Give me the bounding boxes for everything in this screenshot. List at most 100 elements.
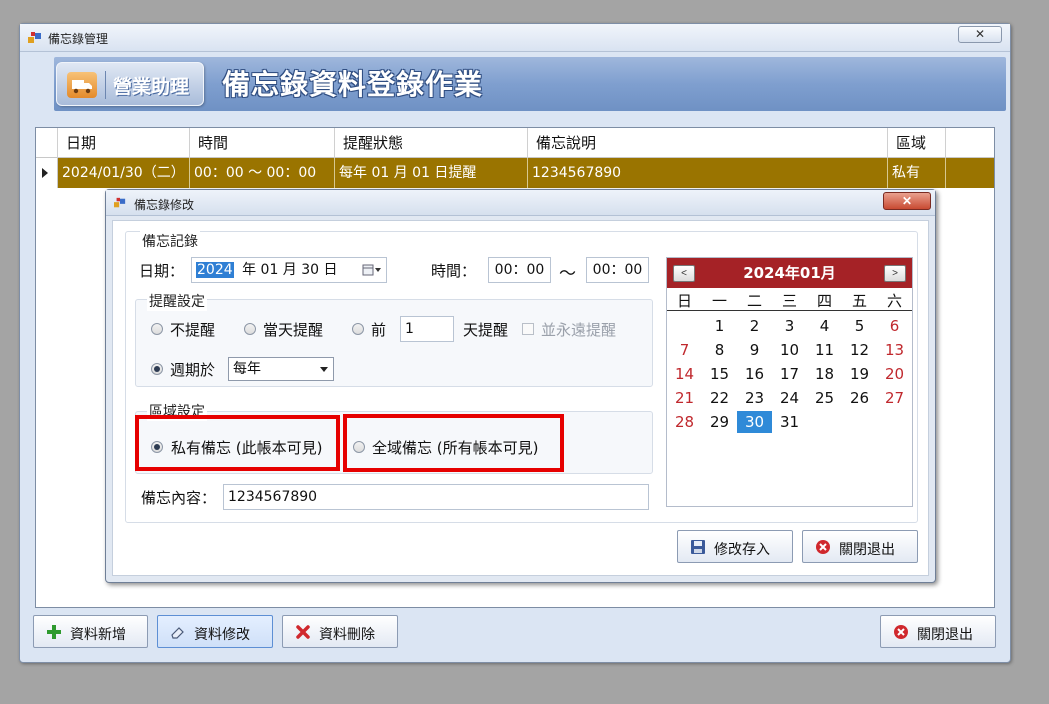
add-record-button[interactable]: 資料新增 <box>33 615 148 648</box>
calendar-day[interactable]: 21 <box>667 387 702 409</box>
calendar-weekdays: 日一二三四五六 <box>667 291 912 311</box>
time-label: 時間： <box>431 262 477 280</box>
calendar-day[interactable]: 8 <box>702 339 737 361</box>
calendar-day[interactable]: 11 <box>807 339 842 361</box>
calendar-day[interactable]: 17 <box>772 363 807 385</box>
calendar-day[interactable]: 1 <box>702 315 737 337</box>
row-selector[interactable] <box>36 158 58 188</box>
memo-record-group-label: 備忘記錄 <box>140 231 200 251</box>
logo: 營業助理 <box>56 62 204 106</box>
calendar-day[interactable]: 4 <box>807 315 842 337</box>
weekday-header: 日 <box>676 292 692 310</box>
column-header-date[interactable]: 日期 <box>58 128 190 158</box>
calendar-day[interactable]: 15 <box>702 363 737 385</box>
column-header-time[interactable]: 時間 <box>190 128 335 158</box>
floppy-disk-icon <box>691 540 705 554</box>
calendar-day[interactable]: 2 <box>737 315 772 337</box>
column-header-area[interactable]: 區域 <box>888 128 946 158</box>
main-window-title: 備忘錄管理 <box>48 32 109 46</box>
calendar-day[interactable]: 13 <box>877 339 912 361</box>
reminder-before-radio[interactable] <box>352 323 364 335</box>
calendar-prev-button[interactable]: < <box>673 265 695 282</box>
area-private-radio[interactable] <box>151 441 163 453</box>
dialog-close-button[interactable]: ✕ <box>883 192 931 210</box>
edit-memo-dialog: 備忘錄修改 ✕ 備忘記錄 日期： 2024 年 01 月 30 日 時間： 00… <box>105 189 936 583</box>
delete-x-icon <box>296 625 310 639</box>
dialog-exit-button[interactable]: 關閉退出 <box>802 530 918 563</box>
calendar-day[interactable]: 23 <box>737 387 772 409</box>
plus-icon <box>47 625 61 639</box>
main-title-bar: 備忘錄管理 ✕ <box>20 24 1010 52</box>
area-global-radio[interactable] <box>353 441 365 453</box>
calendar-header: 2024年01月 < > <box>667 258 912 288</box>
cell-note: 1234567890 <box>528 158 888 188</box>
reminder-cycle-label[interactable]: 週期於 <box>170 359 215 380</box>
calendar-day[interactable]: 24 <box>772 387 807 409</box>
add-record-label: 資料新增 <box>70 627 126 643</box>
reminder-none-radio[interactable] <box>151 323 163 335</box>
cycle-select[interactable]: 每年 <box>228 357 334 381</box>
calendar-day[interactable]: 12 <box>842 339 877 361</box>
calendar-day[interactable]: 28 <box>667 411 702 433</box>
exit-label: 關閉退出 <box>917 627 973 643</box>
calendar-day[interactable]: 30 <box>737 411 772 433</box>
logo-text: 營業助理 <box>113 76 190 98</box>
weekday-header: 二 <box>746 292 762 310</box>
calendar-day[interactable]: 7 <box>667 339 702 361</box>
save-changes-button[interactable]: 修改存入 <box>677 530 793 563</box>
delete-record-label: 資料刪除 <box>319 627 375 643</box>
calendar-day[interactable]: 5 <box>842 315 877 337</box>
grid-corner <box>36 128 58 158</box>
row-pointer-icon <box>42 168 48 178</box>
calendar-day[interactable]: 29 <box>702 411 737 433</box>
cycle-select-value: 每年 <box>233 361 261 377</box>
time-to-input[interactable]: 00：00 <box>586 257 649 283</box>
area-private-label[interactable]: 私有備忘 (此帳本可見) <box>171 437 322 458</box>
calendar-day[interactable]: 25 <box>807 387 842 409</box>
reminder-same-day-label[interactable]: 當天提醒 <box>263 319 323 340</box>
delete-record-button[interactable]: 資料刪除 <box>282 615 398 648</box>
main-close-button[interactable]: ✕ <box>958 26 1002 43</box>
date-year: 2024 <box>196 262 234 278</box>
calendar-dropdown-icon[interactable] <box>362 264 382 276</box>
edit-record-button[interactable]: 資料修改 <box>157 615 273 648</box>
dialog-body: 備忘記錄 日期： 2024 年 01 月 30 日 時間： 00：00 ～ 00… <box>112 220 929 576</box>
date-picker[interactable]: 2024 年 01 月 30 日 <box>191 257 387 283</box>
reminder-cycle-radio[interactable] <box>151 363 163 375</box>
time-separator: ～ <box>559 264 576 284</box>
calendar-day[interactable]: 14 <box>667 363 702 385</box>
dialog-title-bar: 備忘錄修改 ✕ <box>106 190 935 216</box>
exit-button[interactable]: 關閉退出 <box>880 615 996 648</box>
area-global-label[interactable]: 全域備忘 (所有帳本可見) <box>372 437 538 458</box>
reminder-before-label[interactable]: 前 <box>371 319 386 340</box>
calendar-day[interactable]: 27 <box>877 387 912 409</box>
table-row[interactable]: 2024/01/30（二） 00：00 ～ 00：00 每年 01 月 01 日… <box>36 158 994 188</box>
column-header-note[interactable]: 備忘說明 <box>528 128 888 158</box>
calendar-day[interactable]: 10 <box>772 339 807 361</box>
calendar-day[interactable]: 6 <box>877 315 912 337</box>
remind-forever-label[interactable]: 並永遠提醒 <box>541 319 616 340</box>
reminder-same-day-radio[interactable] <box>244 323 256 335</box>
calendar-day[interactable]: 26 <box>842 387 877 409</box>
remind-forever-checkbox[interactable] <box>522 323 534 335</box>
calendar: 2024年01月 < > 日一二三四五六 1 2 3 4 5 6 7 8 9 10 11 12 13 14… <box>666 257 913 507</box>
calendar-day[interactable]: 22 <box>702 387 737 409</box>
calendar-day[interactable]: 3 <box>772 315 807 337</box>
date-month-day: 年 01 月 30 日 <box>242 262 338 278</box>
column-header-reminder[interactable]: 提醒狀態 <box>335 128 528 158</box>
time-from-input[interactable]: 00：00 <box>488 257 551 283</box>
memo-content-input[interactable]: 1234567890 <box>223 484 649 510</box>
reminder-group-label: 提醒設定 <box>147 291 207 311</box>
date-label: 日期： <box>139 262 185 280</box>
calendar-day[interactable]: 16 <box>737 363 772 385</box>
calendar-day[interactable]: 18 <box>807 363 842 385</box>
calendar-day[interactable]: 19 <box>842 363 877 385</box>
weekday-header: 六 <box>886 292 902 310</box>
calendar-day[interactable]: 20 <box>877 363 912 385</box>
app-icon <box>28 32 41 43</box>
calendar-next-button[interactable]: > <box>884 265 906 282</box>
reminder-days-input[interactable]: 1 <box>400 316 454 342</box>
calendar-day[interactable]: 9 <box>737 339 772 361</box>
reminder-none-label[interactable]: 不提醒 <box>170 319 215 340</box>
calendar-day[interactable]: 31 <box>772 411 807 433</box>
